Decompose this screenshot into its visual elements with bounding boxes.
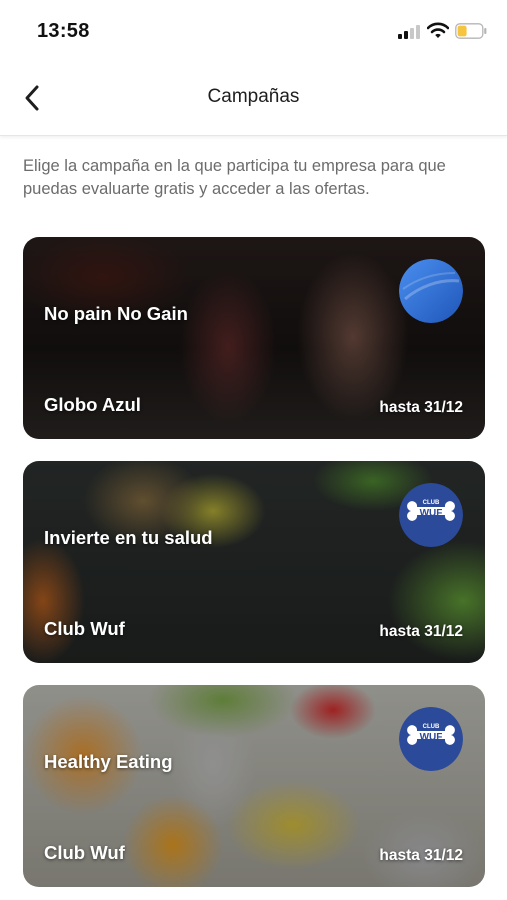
globo-azul-logo (399, 259, 463, 323)
campaign-title: No pain No Gain (44, 303, 188, 324)
campaign-title: Healthy Eating (44, 751, 173, 772)
campaign-date: hasta 31/12 (379, 847, 463, 864)
campaign-card[interactable]: CLUB WUF Healthy Eating Club Wuf hasta 3… (23, 685, 485, 887)
club-wuf-logo: CLUB WUF (399, 483, 463, 547)
campaign-date: hasta 31/12 (379, 623, 463, 640)
svg-text:CLUB: CLUB (423, 500, 440, 506)
status-bar: 13:58 (0, 0, 507, 62)
campaign-card[interactable]: No pain No Gain Globo Azul hasta 31/12 (23, 237, 485, 439)
campaign-title: Invierte en tu salud (44, 527, 213, 548)
signal-icon (398, 25, 422, 39)
campaign-sponsor: Globo Azul (44, 394, 141, 415)
campaign-date: hasta 31/12 (379, 399, 463, 416)
battery-icon (455, 23, 487, 39)
status-time: 13:58 (37, 20, 90, 42)
svg-text:CLUB: CLUB (423, 724, 440, 730)
club-wuf-logo: CLUB WUF (399, 707, 463, 771)
nav-bar: Campañas (0, 62, 507, 136)
campaign-sponsor: Club Wuf (44, 842, 125, 863)
page-title: Campañas (207, 86, 300, 107)
campaign-card[interactable]: CLUB WUF Invierte en tu salud Club Wuf h… (23, 461, 485, 663)
wifi-icon (427, 22, 449, 38)
intro-text: Elige la campaña en la que participa tu … (23, 157, 446, 198)
svg-text:WUF: WUF (420, 508, 443, 519)
campaign-sponsor: Club Wuf (44, 618, 125, 639)
svg-text:WUF: WUF (420, 732, 443, 743)
